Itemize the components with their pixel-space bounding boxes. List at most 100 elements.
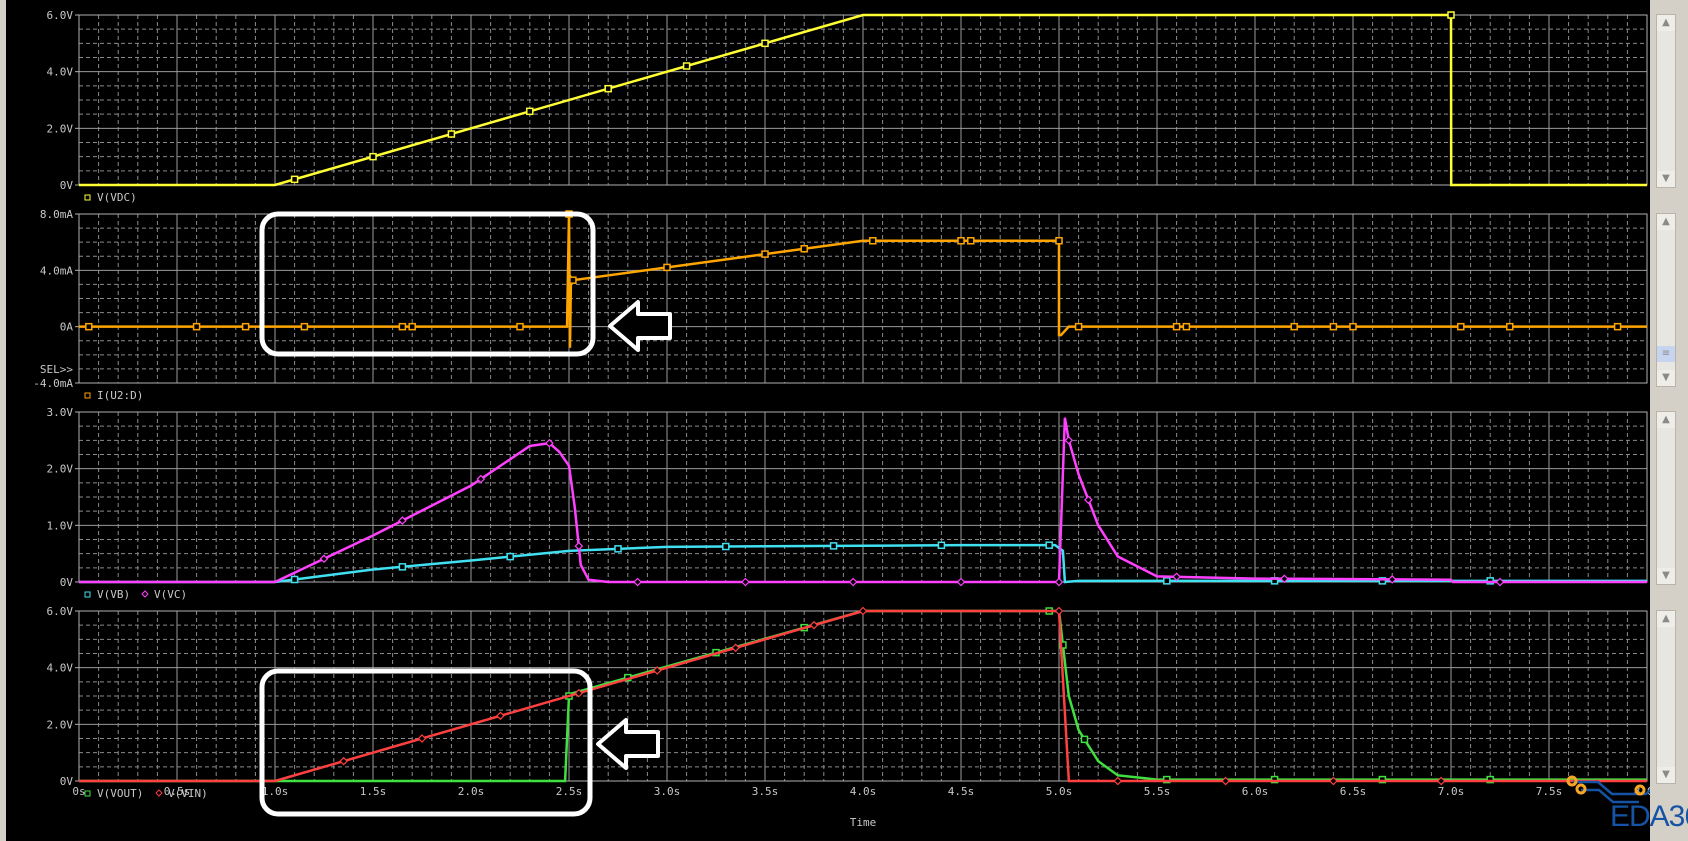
y-tick-label: 4.0V [47,662,74,675]
trace-marker [569,276,577,284]
scroll-up-button[interactable]: ▲ [1657,611,1675,627]
panel-1: 0V 2.0V 4.0V 6.0V V(VDC) [47,9,1648,204]
x-tick-label: 1.0s [262,785,289,798]
legend-square-icon [84,194,91,201]
x-tick-label: 5.5s [1144,785,1171,798]
left-arrow-icon [596,718,660,770]
trace-marker [829,542,838,550]
y-tick-label: 6.0V [47,9,74,22]
trace-marker [741,577,750,587]
y-tick-label: 0V [60,775,74,788]
trace-marker [682,62,691,70]
trace-marker [1457,322,1465,331]
trace-marker [369,152,377,161]
trace-marker [339,756,348,766]
trace-marker [1054,606,1064,616]
trace-marker [1613,322,1622,331]
trace-marker [1495,577,1505,587]
trace-marker [290,175,299,184]
trace-marker [800,245,808,253]
eda365-watermark: EDA365 [1610,800,1688,833]
panel-3: 0V 1.0V 2.0V 3.0V V(VB) V(VC) [47,406,1648,601]
y-tick-label: 3.0V [47,406,74,419]
scrollbar-panel-1[interactable]: ▲ ▼ [1656,14,1676,188]
y-tick-label: 4.0V [47,66,74,79]
x-tick-label: 6.0s [1242,785,1269,798]
x-tick-label: 0s [72,785,85,798]
trace-marker [1447,11,1455,19]
trace-marker [241,322,250,331]
scroll-up-button[interactable]: ▲ [1657,214,1675,230]
trace-marker [1054,577,1064,587]
trace-marker [496,711,505,721]
x-tick-label: 3.5s [752,785,779,798]
trace-marker [1074,322,1083,331]
scroll-down-button[interactable]: ▼ [1657,171,1675,187]
waveform-svg: 0V 2.0V 4.0V 6.0V V(VDC) -4.0mA 0A 4.0mA 8.0mA SE… [33,9,1662,829]
trace-marker [957,237,965,245]
trace-marker [85,322,93,331]
legend-label: V(VDC) [97,191,137,204]
scroll-down-button[interactable]: ▼ [1657,568,1675,584]
trace-marker [663,263,671,272]
scrollbar-panel-4[interactable]: ▲ ▼ [1656,610,1676,784]
scroll-down-button[interactable]: ▼ [1657,767,1675,783]
scrollbar-panel-2[interactable]: ▲ ≡ ▼ [1656,213,1676,387]
y-tick-label: 4.0mA [40,264,73,277]
trace-marker [398,563,407,571]
trace-marker [526,107,534,116]
scroll-up-button[interactable]: ▲ [1657,412,1675,428]
legend-square-icon [84,790,91,797]
trace-marker [1182,322,1191,331]
scroll-down-button[interactable]: ▼ [1657,370,1675,386]
scroll-up-button[interactable]: ▲ [1657,15,1675,31]
trace-marker [809,620,819,630]
trace-marker [722,542,730,551]
trace-marker [761,39,769,48]
scroll-thumb[interactable]: ≡ [1657,346,1675,362]
sel-marker-label: SEL>> [40,363,73,376]
x-tick-label: 5.0s [1046,785,1073,798]
trace-marker [408,322,416,331]
x-tick-label: 0.5s [164,785,191,798]
trace-marker [633,577,642,587]
x-tick-label: 2.0s [458,785,485,798]
y-tick-label: 0V [60,576,74,589]
trace-marker [956,577,966,587]
y-tick-label: 2.0V [47,122,74,135]
scrollbar-panel-3[interactable]: ▲ ▼ [1656,411,1676,585]
x-tick-label: 7.5s [1536,785,1563,798]
plot-area[interactable]: 0V 2.0V 4.0V 6.0V V(VDC) -4.0mA 0A 4.0mA 8.0mA SE… [6,0,1662,841]
trace-marker [604,84,612,93]
y-tick-label: 1.0V [47,519,74,532]
x-tick-label: 7.0s [1438,785,1465,798]
trace-marker [1080,735,1089,744]
legend-square-icon [84,591,91,598]
x-tick-label: 1.5s [360,785,387,798]
legend-label: I(U2:D) [97,389,143,402]
trace-marker [398,322,407,331]
trace-marker [1506,322,1514,331]
x-tick-label: 4.0s [850,785,877,798]
x-tick-label: 3.0s [654,785,681,798]
x-tick-label: 6.5s [1340,785,1367,798]
legend-square-icon [84,392,91,399]
trace-marker [1055,237,1063,245]
trace-marker [614,545,622,553]
trace-marker [1329,322,1338,331]
trace-marker [300,322,309,331]
trace-marker [1113,776,1123,786]
y-tick-label: -4.0mA [33,377,73,390]
trace-marker [937,541,946,550]
y-tick-label: 8.0mA [40,208,73,221]
x-axis-label: Time [850,816,877,829]
legend-label: V(VOUT) [97,787,143,800]
trace-marker [1172,322,1181,331]
x-tick-label: 2.5s [556,785,583,798]
trace-marker [1290,322,1298,331]
trace-marker [192,322,201,331]
trace-marker [869,237,877,245]
y-tick-label: 6.0V [47,605,74,618]
legend-label: V(VC) [154,588,187,601]
trace-marker [1349,322,1357,331]
